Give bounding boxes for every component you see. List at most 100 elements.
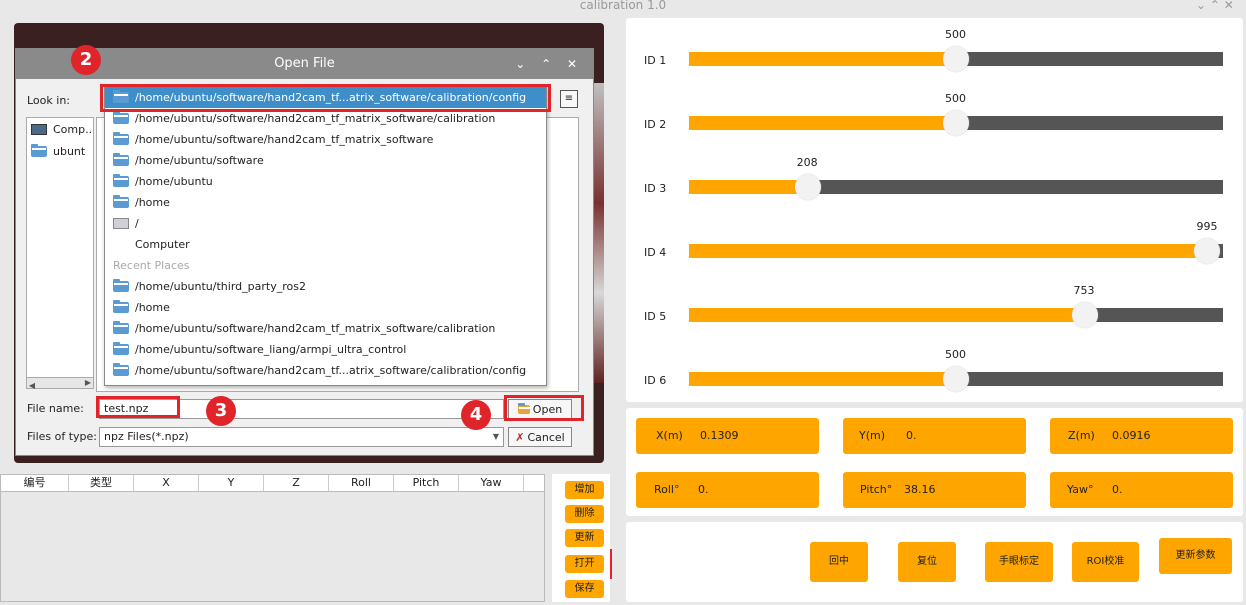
dropdown-item[interactable]: /home [105,297,546,318]
files-of-type-select[interactable]: npz Files(*.npz) ▼ [99,427,504,447]
horizontal-scrollbar[interactable]: ◀ ▶ [26,377,94,391]
annotation-badge-2: 2 [71,45,101,75]
column-header[interactable]: X [134,475,199,491]
column-header[interactable]: Z [264,475,329,491]
servo-slider-row: 753 ID 5 [626,284,1243,348]
slider-handle[interactable] [943,110,969,136]
roll-display: Roll° 0. [636,472,819,508]
dropdown-item[interactable]: /home [105,192,546,213]
folder-icon [113,342,129,355]
pose-table[interactable]: 编号 类型 X Y Z Roll Pitch Yaw [0,474,545,602]
dropdown-item[interactable]: /home/ubuntu [105,171,546,192]
slider-label: ID 6 [644,374,667,387]
window-controls[interactable]: ⌄ ⌃ ✕ [1196,0,1234,12]
dropdown-item-label: /home/ubuntu/third_party_ros2 [135,280,306,293]
servo-slider-row: 500 ID 6 [626,348,1243,412]
folder-icon [113,195,129,208]
slider-value: 500 [945,92,966,105]
column-header[interactable]: 类型 [69,475,134,491]
column-header[interactable]: Y [199,475,264,491]
cancel-button-label: Cancel [527,430,565,444]
x-label: X(m) [656,429,683,442]
pitch-value: 38.16 [904,483,936,496]
folder-icon [113,321,129,334]
sidebar-item-computer[interactable]: Comp... [27,118,93,140]
slider-label: ID 4 [644,246,667,259]
dropdown-item-label: Recent Places [113,259,190,272]
dialog-window-controls[interactable]: ⌄ ⌃ ✕ [515,49,583,79]
dropdown-item-label: / [135,217,139,230]
slider-handle[interactable] [943,46,969,72]
add-button[interactable]: 增加 [565,481,604,499]
z-label: Z(m) [1068,429,1095,442]
pitch-display: Pitch° 38.16 [843,472,1026,508]
dropdown-item[interactable]: /home/ubuntu/software/hand2cam_tf_matrix… [105,318,546,339]
sidebar-item-ubuntu[interactable]: ubunt [27,140,93,162]
dropdown-item-label: /home/ubuntu/software_liang/armpi_ultra_… [135,343,407,356]
column-header[interactable]: Pitch [394,475,459,491]
slider-fill [689,308,1085,322]
dropdown-item-label: /home [135,301,170,314]
slider-track[interactable] [689,174,1223,200]
slider-track[interactable] [689,238,1223,264]
slider-track[interactable] [689,366,1223,392]
delete-button[interactable]: 删除 [565,505,604,523]
slider-fill [689,52,956,66]
slider-track[interactable] [689,302,1223,328]
dropdown-item[interactable]: /home/ubuntu/software/hand2cam_tf_matrix… [105,129,546,150]
roi-calibration-button[interactable]: ROI校准 [1072,542,1139,582]
dropdown-item-label: /home/ubuntu/software [135,154,264,167]
column-header[interactable]: Roll [329,475,394,491]
column-header[interactable]: 编号 [1,475,69,491]
window-title: calibration 1.0 [579,0,667,12]
hand-eye-calibration-button[interactable]: 手眼标定 [985,542,1053,582]
dropdown-item[interactable]: Computer [105,234,546,255]
table-header: 编号 类型 X Y Z Roll Pitch Yaw [1,475,544,492]
slider-handle[interactable] [943,366,969,392]
roll-label: Roll° [654,483,680,496]
yaw-display: Yaw° 0. [1050,472,1233,508]
dropdown-item-label: /home [135,196,170,209]
sidebar-item-label: Comp... [53,122,93,136]
update-button[interactable]: 更新 [565,529,604,547]
slider-handle[interactable] [1071,302,1098,328]
center-button[interactable]: 回中 [810,542,868,582]
servo-slider-row: 500 ID 2 [626,92,1243,156]
slider-handle[interactable] [1194,238,1221,264]
pitch-label: Pitch° [860,483,893,496]
slider-value: 500 [945,28,966,41]
folder-icon [113,363,129,376]
dropdown-item[interactable]: /home/ubuntu/software/hand2cam_tf...atri… [105,360,546,381]
open-cn-button[interactable]: 打开 [565,555,604,573]
dropdown-item-label: /home/ubuntu [135,175,213,188]
folder-icon [113,132,129,145]
folder-icon [113,279,129,292]
look-in-dropdown[interactable]: /home/ubuntu/software/hand2cam_tf...atri… [104,86,547,386]
dropdown-item[interactable]: /home/ubuntu/third_party_ros2 [105,276,546,297]
reset-button[interactable]: 复位 [898,542,956,582]
dropdown-item-label: Computer [135,238,190,251]
save-button[interactable]: 保存 [565,580,604,598]
dropdown-item[interactable]: /home/ubuntu/software [105,150,546,171]
chevron-down-icon: ▼ [492,432,499,441]
y-value: 0. [906,429,917,442]
folder-icon [113,174,129,187]
slider-label: ID 2 [644,118,667,131]
x-display: X(m) 0.1309 [636,418,819,454]
scroll-right-icon[interactable]: ▶ [83,378,93,388]
scroll-left-icon[interactable]: ◀ [27,381,37,391]
y-label: Y(m) [859,429,886,442]
cancel-button[interactable]: ✗ Cancel [508,427,572,447]
dropdown-item[interactable]: / [105,213,546,234]
slider-handle[interactable] [794,174,821,200]
slider-track[interactable] [689,110,1223,136]
slider-value: 208 [796,156,818,169]
slider-fill [689,372,956,386]
files-of-type-label: Files of type: [27,430,98,443]
annotation-box-path [100,84,551,112]
update-params-button[interactable]: 更新参数 [1159,538,1232,574]
column-header[interactable]: Yaw [459,475,524,491]
slider-track[interactable] [689,46,1223,72]
detail-view-button[interactable]: ≡ [560,90,578,108]
dropdown-item[interactable]: /home/ubuntu/software_liang/armpi_ultra_… [105,339,546,360]
